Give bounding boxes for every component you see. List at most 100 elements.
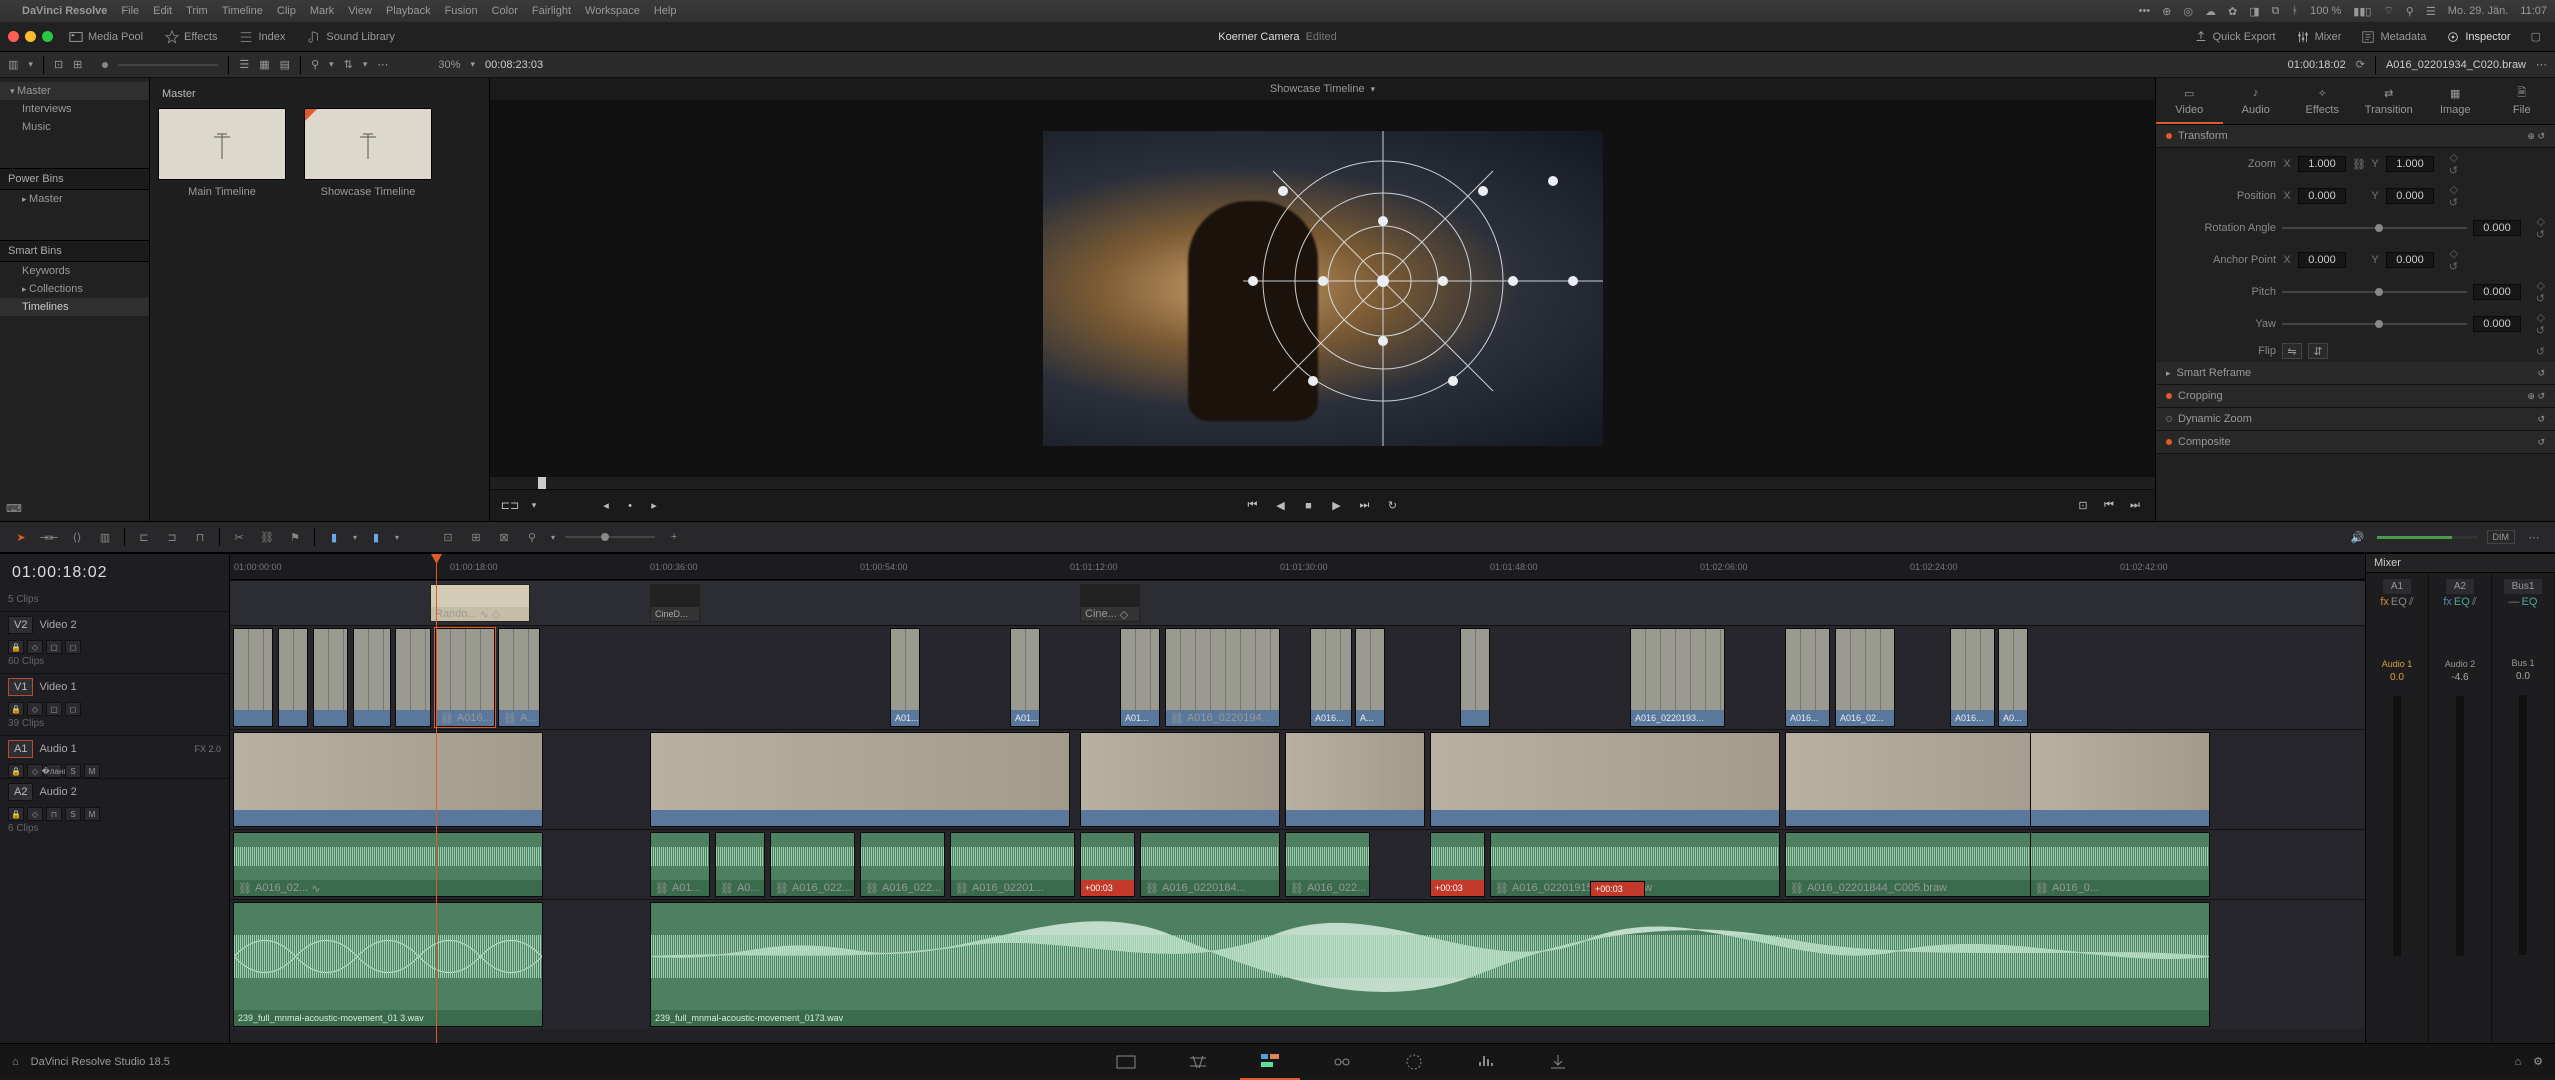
- title-clip[interactable]: Cine... ◇: [1080, 584, 1140, 622]
- thumb-strip-icon[interactable]: ▤: [280, 58, 290, 71]
- video-clip[interactable]: [2030, 732, 2210, 827]
- inspector-tab-transition[interactable]: ⇄Transition: [2356, 78, 2423, 124]
- chevron-down-icon[interactable]: ▾: [1371, 84, 1376, 95]
- bypass-icon[interactable]: ⟳: [2356, 58, 2365, 71]
- keyboard-icon[interactable]: ⌨: [0, 496, 149, 521]
- page-fusion[interactable]: [1312, 1044, 1372, 1080]
- audio-clip[interactable]: ⛓A016_02201...: [950, 832, 1075, 897]
- viewer-mode-icon[interactable]: ⊏⊐: [502, 498, 518, 514]
- timeline-timecode[interactable]: 01:00:18:02: [0, 554, 229, 592]
- menu-help[interactable]: Help: [654, 5, 677, 17]
- menu-edit[interactable]: Edit: [153, 5, 172, 17]
- flip-h-button[interactable]: ⇋: [2282, 343, 2302, 359]
- audio-clip[interactable]: ⛓A016_022...: [770, 832, 855, 897]
- video-clip[interactable]: [395, 628, 431, 727]
- page-fairlight[interactable]: [1456, 1044, 1516, 1080]
- zoom-fit-icon[interactable]: ⊡: [439, 528, 457, 546]
- anchor-x-input[interactable]: 0.000: [2298, 252, 2346, 268]
- overwrite-clip-icon[interactable]: ⊐: [163, 528, 181, 546]
- flag-icon[interactable]: ⚑: [286, 528, 304, 546]
- status-dropbox-icon[interactable]: ⧉: [2272, 5, 2280, 18]
- audio-clip[interactable]: +00:03: [1430, 832, 1485, 897]
- status-cloud-icon[interactable]: ☁: [2205, 5, 2216, 18]
- menubar-date[interactable]: Mo. 29. Jän.: [2448, 5, 2509, 17]
- zoom-slider[interactable]: [565, 536, 655, 538]
- insert-clip-icon[interactable]: ⊏: [135, 528, 153, 546]
- razor-icon[interactable]: ✂: [230, 528, 248, 546]
- video-clip[interactable]: [1285, 732, 1425, 827]
- status-icon[interactable]: ◎: [2183, 5, 2193, 18]
- go-in-button[interactable]: ⏮: [2101, 498, 2117, 514]
- solo-button[interactable]: S: [65, 764, 81, 778]
- mixer-toggle[interactable]: Mixer: [2290, 28, 2348, 46]
- timeline-dropdown-label[interactable]: Showcase Timeline: [1270, 83, 1365, 95]
- inspector-tab-effects[interactable]: ✧Effects: [2289, 78, 2356, 124]
- video-clip[interactable]: A016...: [1310, 628, 1352, 727]
- play-button[interactable]: ▶: [1329, 498, 1345, 514]
- flip-v-button[interactable]: ⇵: [2308, 343, 2328, 359]
- track-disable[interactable]: ▢: [46, 640, 62, 654]
- dim-button[interactable]: DIM: [2487, 530, 2516, 544]
- menu-fairlight[interactable]: Fairlight: [532, 5, 571, 17]
- mute-button[interactable]: M: [84, 764, 100, 778]
- powerbin-master[interactable]: ▸ Master: [0, 190, 149, 208]
- mixer-channel-bus1[interactable]: Bus1 — EQ Bus 1 0.0: [2492, 573, 2555, 1043]
- rotation-input[interactable]: 0.000: [2473, 220, 2521, 236]
- video-clip[interactable]: A016...: [1950, 628, 1995, 727]
- audio-clip[interactable]: +00:03: [1590, 881, 1645, 897]
- track-header-v2[interactable]: V2Video 2: [0, 611, 229, 638]
- timeline-ruler[interactable]: 01:00:00:00 01:00:18:00 01:00:36:00 01:0…: [230, 554, 2365, 580]
- smartbin-keywords[interactable]: Keywords: [0, 262, 149, 280]
- page-media[interactable]: [1096, 1044, 1156, 1080]
- timeline-thumb-showcase[interactable]: Showcase Timeline: [304, 108, 432, 198]
- menu-color[interactable]: Color: [492, 5, 518, 17]
- audio-clip[interactable]: ⛓A0...: [715, 832, 765, 897]
- keyframe-reset[interactable]: ◇ ↺: [2440, 151, 2458, 177]
- page-deliver[interactable]: [1528, 1044, 1588, 1080]
- menu-timeline[interactable]: Timeline: [222, 5, 263, 17]
- inspector-tab-audio[interactable]: ♪Audio: [2223, 78, 2290, 124]
- spotlight-icon[interactable]: ⚲: [2406, 5, 2414, 18]
- smartbin-timelines[interactable]: Timelines: [0, 298, 149, 316]
- status-bluetooth-icon[interactable]: ᚼ: [2291, 5, 2298, 17]
- inspector-toggle[interactable]: Inspector: [2440, 28, 2516, 46]
- trim-tool[interactable]: ⇥⇤: [40, 528, 58, 546]
- mixer-channel-a2[interactable]: A2 fx EQ ⫽ Audio 2 -4.6: [2429, 573, 2492, 1043]
- quick-export-button[interactable]: Quick Export: [2188, 28, 2282, 46]
- media-pool-toggle[interactable]: Media Pool: [63, 28, 149, 46]
- inspector-tab-video[interactable]: ▭Video: [2156, 78, 2223, 124]
- video-clip[interactable]: A01...: [890, 628, 920, 727]
- menu-view[interactable]: View: [348, 5, 372, 17]
- close-window-button[interactable]: [8, 31, 19, 42]
- audio-clip[interactable]: ⛓A016_02...∿: [233, 832, 543, 897]
- video-clip[interactable]: A016...: [1785, 628, 1830, 727]
- zoom-custom-icon[interactable]: ⊠: [495, 528, 513, 546]
- minimize-window-button[interactable]: [25, 31, 36, 42]
- fullscreen-window-button[interactable]: [42, 31, 53, 42]
- go-out-button[interactable]: ⏭: [2127, 498, 2143, 514]
- status-icon[interactable]: •••: [2139, 5, 2151, 17]
- audio-clip[interactable]: ⛓A016_022...: [860, 832, 945, 897]
- video-clip[interactable]: [278, 628, 308, 727]
- track-header-v1[interactable]: V1Video 1: [0, 673, 229, 700]
- video-clip[interactable]: [313, 628, 348, 727]
- viewer-mode-dropdown[interactable]: ▾: [526, 498, 542, 514]
- more-icon[interactable]: ⋯: [377, 58, 388, 71]
- zoom-y-input[interactable]: 1.000: [2386, 156, 2434, 172]
- anchor-y-input[interactable]: 0.000: [2386, 252, 2434, 268]
- audio-clip[interactable]: +00:03: [1080, 832, 1135, 897]
- pitch-slider[interactable]: [2282, 291, 2467, 293]
- menu-clip[interactable]: Clip: [277, 5, 296, 17]
- inspector-tab-image[interactable]: ▦Image: [2422, 78, 2489, 124]
- pos-x-input[interactable]: 0.000: [2298, 188, 2346, 204]
- effects-toggle[interactable]: Effects: [159, 28, 223, 46]
- yaw-input[interactable]: 0.000: [2473, 316, 2521, 332]
- video-clip[interactable]: ⛓A016_0220194...: [1165, 628, 1280, 727]
- blade-tool[interactable]: ▥: [96, 528, 114, 546]
- power-bins-header[interactable]: Power Bins: [0, 168, 149, 190]
- sort-icon[interactable]: ⇅: [344, 58, 353, 71]
- bin-music[interactable]: Music: [0, 118, 149, 136]
- page-color[interactable]: [1384, 1044, 1444, 1080]
- home-icon[interactable]: ⌂: [12, 1056, 19, 1068]
- track-header-a1[interactable]: A1Audio 1 FX 2.0: [0, 735, 229, 762]
